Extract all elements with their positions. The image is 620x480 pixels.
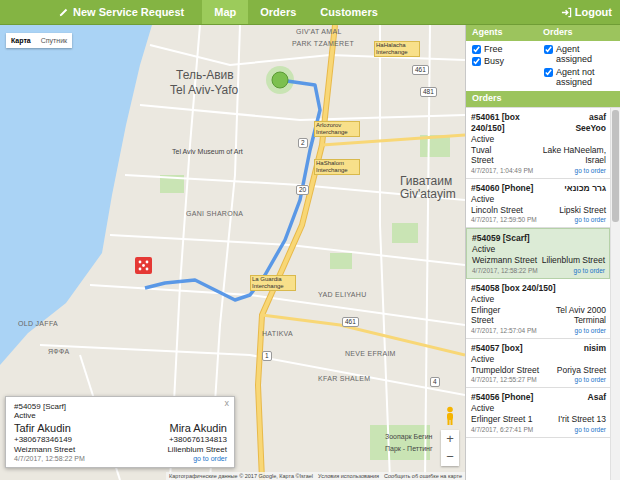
destination-marker[interactable]	[135, 257, 152, 274]
road-number: 2	[298, 138, 308, 148]
app: New Service RequestMapOrdersCustomersLog…	[0, 0, 620, 480]
map-label: Гиватаим	[400, 175, 452, 188]
map-label: Giv'atayim	[400, 188, 456, 201]
map-label: HaShalom Interchange	[314, 159, 360, 175]
map-label: KFAR SHALEM	[318, 375, 370, 383]
map-label: ЯФФА	[48, 348, 69, 356]
top-nav: New Service RequestMapOrdersCustomers Log…	[0, 0, 620, 25]
road-number: 1	[262, 351, 272, 361]
road-number: 461	[412, 65, 429, 75]
map-label: GIV'AT AMAL	[296, 28, 342, 36]
nav-tab[interactable]: Map	[202, 0, 248, 24]
map-label: OLD JAFFA	[18, 320, 58, 328]
map[interactable]: GIV'AT AMAL PARK TZAMERET HaHalacha Interc…	[0, 25, 465, 480]
map-label: Arlozorov Interchange	[314, 121, 360, 137]
map-type-button[interactable]: Карта	[6, 33, 36, 48]
nav-tab[interactable]: Customers	[308, 0, 389, 24]
go-to-order-link[interactable]: go to order	[575, 327, 606, 335]
map-label: YAD ELIYAHU	[318, 291, 367, 299]
pegman-icon[interactable]	[444, 406, 456, 426]
logout-icon	[561, 7, 572, 18]
pencil-icon	[58, 7, 69, 18]
go-to-order-link[interactable]: go to order	[575, 426, 606, 434]
new-request-button[interactable]: New Service Request	[52, 0, 202, 24]
map-label: PARK TZAMERET	[292, 40, 354, 48]
map-label: Tel Aviv-Yafo	[170, 84, 238, 97]
road-number: 481	[420, 87, 437, 97]
map-label: NEVE EFRAIM	[345, 350, 396, 358]
map-label: Парк - Петтинг	[385, 445, 433, 453]
filters: Free BusyAgent assignedAgent not assigned	[466, 41, 620, 91]
filter-checkbox[interactable]: Busy	[472, 56, 544, 66]
order-item[interactable]: #54057 [box]nisimActiveTrumpeldor Street…	[466, 339, 610, 388]
map-label: HATIKVA	[262, 330, 293, 338]
go-to-order-link[interactable]: go to order	[575, 167, 606, 175]
nav-tab[interactable]: Orders	[248, 0, 308, 24]
map-label: Tel Aviv Museum of Art	[172, 148, 243, 156]
order-item[interactable]: #54060 [Phone]גרר מכונאיActiveLincoln St…	[466, 179, 610, 228]
filter-checkbox[interactable]: Agent not assigned	[544, 67, 616, 88]
order-item[interactable]: #54058 [box 240/150]ActiveErlinger Stree…	[466, 279, 610, 339]
go-to-order-link[interactable]: go to order	[575, 216, 606, 224]
filters-header: AgentsOrders	[466, 25, 620, 41]
map-label: La Guardia Interchange	[250, 275, 296, 291]
map-label: GANI SHARONA	[186, 210, 243, 218]
map-attribution: Картографические данные © 2017 Google, К…	[166, 472, 465, 480]
map-type-button[interactable]: Спутник	[36, 33, 72, 48]
close-button[interactable]: x	[225, 398, 230, 408]
road-number: 461	[342, 317, 359, 327]
filter-checkbox[interactable]: Free	[472, 44, 544, 54]
order-item[interactable]: #54056 [Phone]AsafActiveErlinger Street …	[466, 388, 610, 437]
route-line	[145, 80, 320, 300]
start-marker[interactable]	[272, 72, 288, 88]
map-controls: +−	[441, 406, 459, 466]
order-item[interactable]: #54059 [Scarf]ActiveWeizmann StreetLilie…	[466, 228, 610, 278]
order-popup: x#54059 [Scarf]ActiveTafir AkudinMira Ak…	[5, 396, 235, 468]
map-label: Тель-Авив	[176, 69, 234, 82]
orders-list: #54061 [box 240/150]asaf SeeYooActiveTuv…	[466, 108, 610, 480]
map-label: HaHalacha Interchange	[374, 41, 420, 57]
side-panel: AgentsOrders Free BusyAgent assignedAgent …	[465, 25, 620, 480]
go-to-order-link[interactable]: go to order	[124, 455, 228, 462]
zoom-button[interactable]: +	[441, 430, 459, 448]
map-type-control: КартаСпутник	[6, 33, 72, 48]
zoom-button[interactable]: −	[441, 448, 459, 466]
filter-checkbox[interactable]: Agent assigned	[544, 44, 616, 65]
logout-button[interactable]: Logout	[561, 6, 612, 18]
scrollbar[interactable]	[610, 108, 620, 480]
go-to-order-link[interactable]: go to order	[575, 376, 606, 384]
orders-header: Orders	[466, 91, 620, 107]
map-label: Зоопарк Бегин	[385, 433, 432, 441]
go-to-order-link[interactable]: go to order	[574, 267, 605, 275]
road-number: 4	[430, 377, 440, 387]
order-item[interactable]: #54061 [box 240/150]asaf SeeYooActiveTuv…	[466, 108, 610, 179]
sea	[0, 25, 152, 365]
road-number: 20	[296, 185, 309, 195]
